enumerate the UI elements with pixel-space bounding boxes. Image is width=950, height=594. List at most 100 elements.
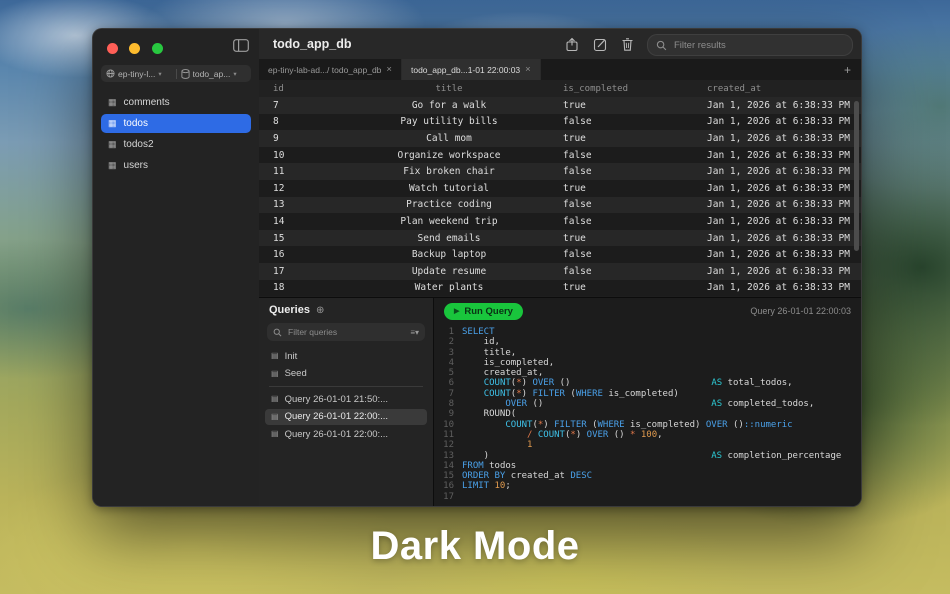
export-button[interactable]	[565, 37, 580, 52]
query-item[interactable]: ▤ Query 26-01-01 22:00:...	[265, 426, 427, 443]
query-item-label: Seed	[284, 368, 307, 380]
line-number: 2	[448, 337, 454, 348]
table-row[interactable]: 13 Practice coding false Jan 1, 2026 at 6:3…	[259, 196, 861, 214]
table-cell: Send emails	[417, 232, 481, 244]
table-cell: true	[563, 99, 586, 111]
document-icon: ▤	[271, 394, 279, 404]
table-cell: Watch tutorial	[408, 182, 490, 194]
table-icon: ▦	[108, 118, 117, 128]
query-list: ▤ Init ▤ Seed ▤ Query 26-01-01 21:50:... ▤ Quer…	[265, 348, 427, 443]
database-icon	[180, 68, 190, 79]
code-line: 1 SELECT	[434, 327, 861, 337]
sidebar-table-list: ▦ comments ▦ todos ▦ todos2 ▦ users	[101, 93, 251, 175]
zoom-window-button[interactable]	[151, 43, 163, 54]
add-query-button[interactable]: ⊕	[316, 305, 324, 316]
chevron-down-icon: ▾	[158, 70, 162, 78]
table-row[interactable]: 17 Update resume false Jan 1, 2026 at 6:38:…	[259, 262, 861, 280]
table-cell: Jan 1, 2026 at 6:38:33 PM	[707, 149, 850, 161]
filter-queries-input[interactable]	[286, 326, 407, 338]
close-tab-icon[interactable]: ×	[386, 65, 392, 75]
column-header-created_at[interactable]: created_at	[699, 84, 861, 94]
trash-button[interactable]	[621, 37, 636, 52]
sidebar-item-todos2[interactable]: ▦ todos2	[101, 135, 251, 154]
connection-label: ep-tiny-l...	[118, 68, 156, 79]
table-header: id title is_completed created_at	[259, 80, 861, 98]
table-cell: false	[563, 166, 592, 178]
table-cell: false	[563, 249, 592, 261]
table-cell: Jan 1, 2026 at 6:38:33 PM	[707, 232, 850, 244]
sidebar-item-users[interactable]: ▦ users	[101, 156, 251, 175]
table-cell: Call mom	[426, 132, 472, 144]
filter-queries-search[interactable]: ≡▾	[267, 323, 425, 341]
sidebar-item-comments[interactable]: ▦ comments	[101, 93, 251, 112]
filter-results-input[interactable]	[672, 38, 844, 52]
code-line: 12 1	[434, 440, 861, 450]
code-line: 13 ) AS completion_percentage	[434, 451, 861, 461]
sidebar-item-label: users	[123, 160, 148, 171]
table-cell: Plan weekend trip	[400, 215, 498, 227]
table-icon: ▦	[108, 97, 117, 107]
database-dropdown[interactable]: todo_ap... ▾	[180, 68, 247, 79]
table-row[interactable]: 7 Go for a walk true Jan 1, 2026 at 6:38:33…	[259, 97, 861, 114]
connection-dropdown[interactable]: ep-tiny-l... ▾	[106, 69, 172, 79]
sidebar-toggle-icon[interactable]	[233, 39, 249, 52]
background-painting: ep-tiny-l... ▾ todo_ap... ▾ ▦ comments ▦ to…	[0, 0, 950, 594]
table-row[interactable]: 9 Call mom true Jan 1, 2026 at 6:38:33 PM	[259, 130, 861, 147]
query-item[interactable]: ▤ Seed	[265, 366, 427, 383]
compose-query-button[interactable]	[593, 37, 608, 52]
editor-tab[interactable]: todo_app_db...1-01 22:00:03 ×	[401, 59, 541, 80]
table-cell: 8	[273, 116, 279, 128]
table-row[interactable]: 16 Backup laptop false Jan 1, 2026 at 6:38:…	[259, 246, 861, 263]
table-row[interactable]: 11 Fix broken chair false Jan 1, 2026 at 6:…	[259, 163, 861, 180]
editor-tab[interactable]: ep-tiny-lab-ad.../ todo_app_db ×	[259, 59, 402, 80]
table-icon: ▦	[108, 139, 117, 149]
table-cell: true	[563, 232, 586, 244]
table-row[interactable]: 15 Send emails true Jan 1, 2026 at 6:38:33 …	[259, 229, 861, 247]
column-header-title[interactable]: title	[359, 84, 539, 94]
query-item-label: Init	[284, 350, 298, 362]
code-line: 15 ORDER BY created_at DESC	[434, 471, 861, 481]
line-number: 16	[443, 481, 454, 492]
search-icon	[656, 40, 667, 51]
bottom-panel: Queries ⊕ ≡▾ ▤ Init ▤ Seed ▤ Query 26-01-01 2…	[259, 297, 861, 506]
sort-filter-icon[interactable]: ≡▾	[410, 328, 419, 337]
sql-code[interactable]: 1 SELECT 2 id, 3 title, 4 is_completed, 5 cre…	[434, 324, 861, 506]
table-cell: Organize workspace	[397, 149, 501, 161]
table-row[interactable]: 14 Plan weekend trip false Jan 1, 2026 at 6…	[259, 213, 861, 230]
sidebar-item-todos[interactable]: ▦ todos	[101, 114, 251, 133]
query-item[interactable]: ▤ Query 26-01-01 22:00:...	[265, 408, 427, 425]
line-number: 8	[448, 399, 454, 410]
close-window-button[interactable]	[107, 43, 118, 54]
minimize-window-button[interactable]	[129, 43, 141, 54]
table-row[interactable]: 10 Organize workspace false Jan 1, 2026 at …	[259, 146, 861, 164]
column-header-id[interactable]: id	[259, 84, 359, 94]
line-number: 17	[443, 491, 454, 502]
queries-header: Queries ⊕	[259, 298, 433, 322]
table-row[interactable]: 18 Water plants true Jan 1, 2026 at 6:38:33…	[259, 279, 861, 297]
table-row[interactable]: 12 Watch tutorial true Jan 1, 2026 at 6:38:…	[259, 179, 861, 197]
add-tab-button[interactable]: +	[844, 64, 851, 76]
query-item[interactable]: ▤ Query 26-01-01 21:50:...	[265, 391, 427, 408]
divider	[175, 68, 177, 79]
table-scrollbar[interactable]	[854, 101, 859, 251]
table-row[interactable]: 8 Pay utility bills false Jan 1, 2026 at 6:…	[259, 113, 861, 131]
run-query-button[interactable]: ▶ Run Query	[444, 302, 523, 320]
query-item[interactable]: ▤ Init	[265, 348, 427, 365]
table-cell: 17	[273, 265, 285, 277]
table-cell: Fix broken chair	[403, 166, 495, 178]
table-cell: false	[563, 199, 592, 211]
queries-title: Queries	[269, 304, 310, 316]
column-header-is_completed[interactable]: is_completed	[539, 84, 699, 94]
line-number: 14	[443, 460, 454, 471]
document-icon: ▤	[271, 351, 279, 361]
filter-results-search[interactable]	[647, 34, 853, 56]
caption: Dark Mode	[370, 524, 580, 568]
close-tab-icon[interactable]: ×	[525, 65, 531, 75]
app-window: ep-tiny-l... ▾ todo_ap... ▾ ▦ comments ▦ to…	[92, 28, 862, 507]
sidebar-item-label: comments	[123, 97, 170, 108]
table-cell: true	[563, 182, 586, 194]
sidebar: ep-tiny-l... ▾ todo_ap... ▾ ▦ comments ▦ to…	[93, 29, 260, 506]
code-line: 11 / COUNT(*) OVER () * 100,	[434, 430, 861, 440]
table-cell: Practice coding	[406, 199, 492, 211]
table-cell: Jan 1, 2026 at 6:38:33 PM	[707, 132, 850, 144]
